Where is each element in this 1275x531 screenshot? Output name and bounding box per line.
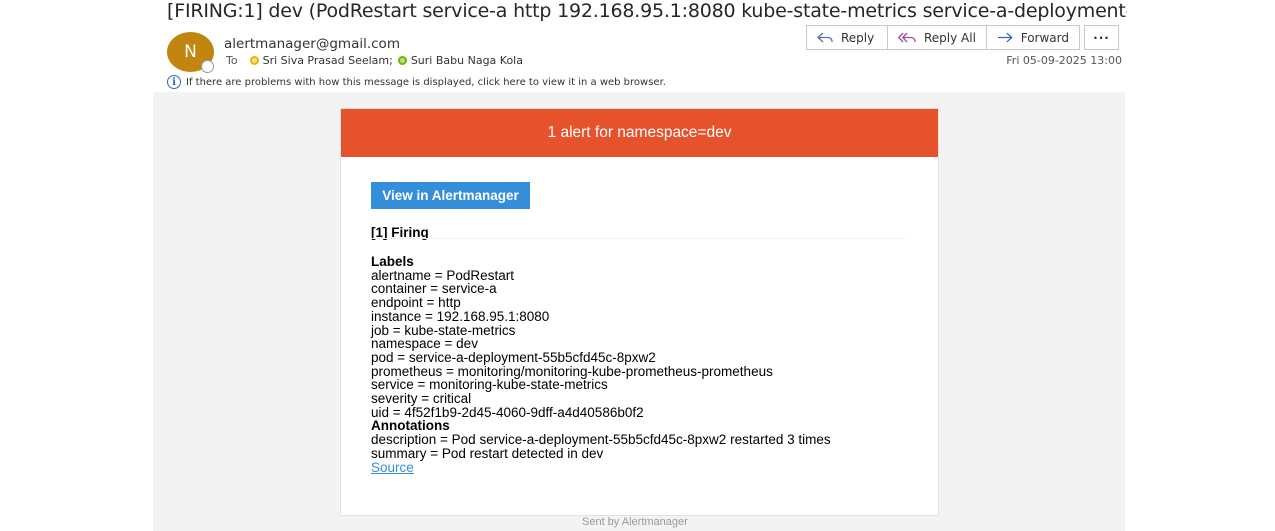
annotation-line: summary = Pod restart detected in dev bbox=[371, 445, 604, 461]
forward-icon bbox=[997, 32, 1013, 42]
info-icon: i bbox=[167, 75, 181, 89]
info-bar[interactable]: i If there are problems with how this me… bbox=[167, 75, 666, 89]
label-line: job = kube-state-metrics bbox=[371, 322, 516, 338]
recipient-2[interactable]: Suri Babu Naga Kola bbox=[411, 54, 523, 67]
recipient-1[interactable]: Sri Siva Prasad Seelam; bbox=[263, 54, 393, 67]
label-line: pod = service-a-deployment-55b5cfd45c-8p… bbox=[371, 349, 656, 365]
sender-address[interactable]: alertmanager@gmail.com bbox=[224, 36, 400, 52]
info-text: If there are problems with how this mess… bbox=[186, 76, 666, 88]
label-line: container = service-a bbox=[371, 281, 497, 297]
presence-status-icon bbox=[201, 60, 214, 73]
reply-all-icon bbox=[898, 32, 916, 42]
reply-all-button[interactable]: Reply All bbox=[887, 25, 987, 50]
more-actions-button[interactable]: ··· bbox=[1084, 25, 1119, 50]
alert-details: Labels alertname = PodRestart container … bbox=[371, 255, 831, 474]
forward-label: Forward bbox=[1020, 30, 1069, 45]
sent-by-footer: Sent by Alertmanager bbox=[582, 516, 688, 528]
available-status-icon bbox=[397, 56, 407, 65]
annotations-header: Annotations bbox=[371, 418, 450, 434]
forward-button[interactable]: Forward bbox=[986, 25, 1080, 50]
message-actions: Reply Reply All Forward ··· bbox=[806, 25, 1119, 50]
label-line: severity = critical bbox=[371, 391, 472, 407]
reply-icon bbox=[817, 32, 833, 42]
message-date: Fri 05-09-2025 13:00 bbox=[1006, 54, 1122, 67]
reply-all-label: Reply All bbox=[924, 30, 976, 45]
labels-header: Labels bbox=[371, 254, 414, 269]
annotation-line: description = Pod service-a-deployment-5… bbox=[371, 432, 831, 448]
avatar-initial: N bbox=[184, 42, 197, 62]
label-line: uid = 4f52f1b9-2d45-4060-9dff-a4d40586b0… bbox=[371, 404, 644, 420]
away-status-icon bbox=[249, 56, 259, 65]
email-subject: [FIRING:1] dev (PodRestart service-a htt… bbox=[167, 0, 1127, 22]
view-in-alertmanager-button[interactable]: View in Alertmanager bbox=[371, 182, 530, 209]
to-label: To bbox=[226, 54, 238, 67]
source-link[interactable]: Source bbox=[371, 460, 831, 475]
divider bbox=[371, 238, 906, 239]
reply-button[interactable]: Reply bbox=[806, 25, 888, 50]
alert-header: 1 alert for namespace=dev bbox=[341, 109, 938, 157]
recipients-line: To Sri Siva Prasad Seelam; Suri Babu Nag… bbox=[226, 54, 528, 67]
alert-card: 1 alert for namespace=dev View in Alertm… bbox=[340, 108, 939, 516]
label-line: namespace = dev bbox=[371, 336, 478, 352]
label-line: service = monitoring-kube-state-metrics bbox=[371, 377, 608, 393]
more-icon: ··· bbox=[1093, 30, 1110, 45]
label-line: endpoint = http bbox=[371, 295, 461, 311]
label-line: alertname = PodRestart bbox=[371, 267, 514, 283]
label-line: instance = 192.168.95.1:8080 bbox=[371, 308, 550, 324]
label-line: prometheus = monitoring/monitoring-kube-… bbox=[371, 363, 773, 379]
reply-label: Reply bbox=[841, 30, 875, 45]
